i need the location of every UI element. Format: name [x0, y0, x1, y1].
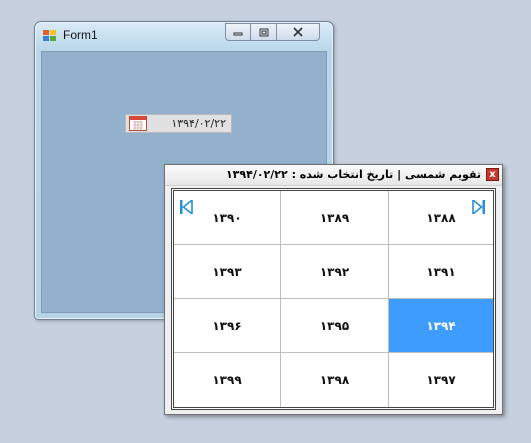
year-cell[interactable]: ۱۳۹۸	[281, 353, 389, 407]
calendar-popup-header: تقویم شمسی | تاریخ انتخاب شده : ۱۳۹۴/۰۲/…	[165, 165, 502, 186]
window-title: Form1	[63, 28, 98, 42]
popup-close-label: x	[489, 169, 496, 180]
year-cell-selected[interactable]: ۱۳۹۴	[389, 299, 493, 353]
skip-last-icon[interactable]	[472, 200, 485, 214]
calendar-popup-title: تقویم شمسی | تاریخ انتخاب شده : ۱۳۹۴/۰۲/…	[226, 168, 481, 181]
year-cell[interactable]: ۱۳۹۱	[389, 245, 493, 299]
popup-close-button[interactable]: x	[486, 168, 499, 181]
date-value: ۱۳۹۴/۰۲/۲۲	[171, 117, 226, 130]
maximize-button[interactable]	[251, 23, 277, 41]
year-grid-frame: ۱۳۹۰ ۱۳۸۹ ۱۳۸۸ ۱۳۹۳ ۱۳۹۲ ۱۳۹۱ ۱۳۹۶ ۱۳۹۵ ۱۳۹۴ ۱۳۹۹…	[171, 188, 496, 410]
year-grid: ۱۳۹۰ ۱۳۸۹ ۱۳۸۸ ۱۳۹۳ ۱۳۹۲ ۱۳۹۱ ۱۳۹۶ ۱۳۹۵ ۱۳۹۴ ۱۳۹۹…	[174, 191, 493, 407]
close-icon	[293, 27, 303, 37]
year-cell[interactable]: ۱۳۹۷	[389, 353, 493, 407]
year-cell[interactable]: ۱۳۹۲	[281, 245, 389, 299]
maximize-icon	[259, 28, 268, 36]
minimize-button[interactable]	[225, 23, 251, 41]
minimize-icon	[233, 32, 243, 36]
calendar-title-date: ۱۳۹۴/۰۲/۲۲	[225, 168, 288, 181]
calendar-popup: تقویم شمسی | تاریخ انتخاب شده : ۱۳۹۴/۰۲/…	[164, 164, 503, 415]
close-button[interactable]	[277, 23, 320, 41]
year-cell[interactable]: ۱۳۹۶	[174, 299, 281, 353]
skip-first-icon[interactable]	[180, 200, 193, 214]
calendar-icon[interactable]	[129, 116, 147, 131]
year-cell[interactable]: ۱۳۹۵	[281, 299, 389, 353]
year-cell[interactable]: ۱۳۸۹	[281, 191, 389, 245]
caption-buttons	[225, 23, 320, 41]
form-app-icon	[43, 30, 56, 41]
persian-date-picker[interactable]: ۱۳۹۴/۰۲/۲۲	[125, 114, 232, 133]
calendar-title-prefix: تقویم شمسی | تاریخ انتخاب شده :	[291, 168, 481, 181]
year-cell[interactable]: ۱۳۹۹	[174, 353, 281, 407]
year-cell[interactable]: ۱۳۹۳	[174, 245, 281, 299]
